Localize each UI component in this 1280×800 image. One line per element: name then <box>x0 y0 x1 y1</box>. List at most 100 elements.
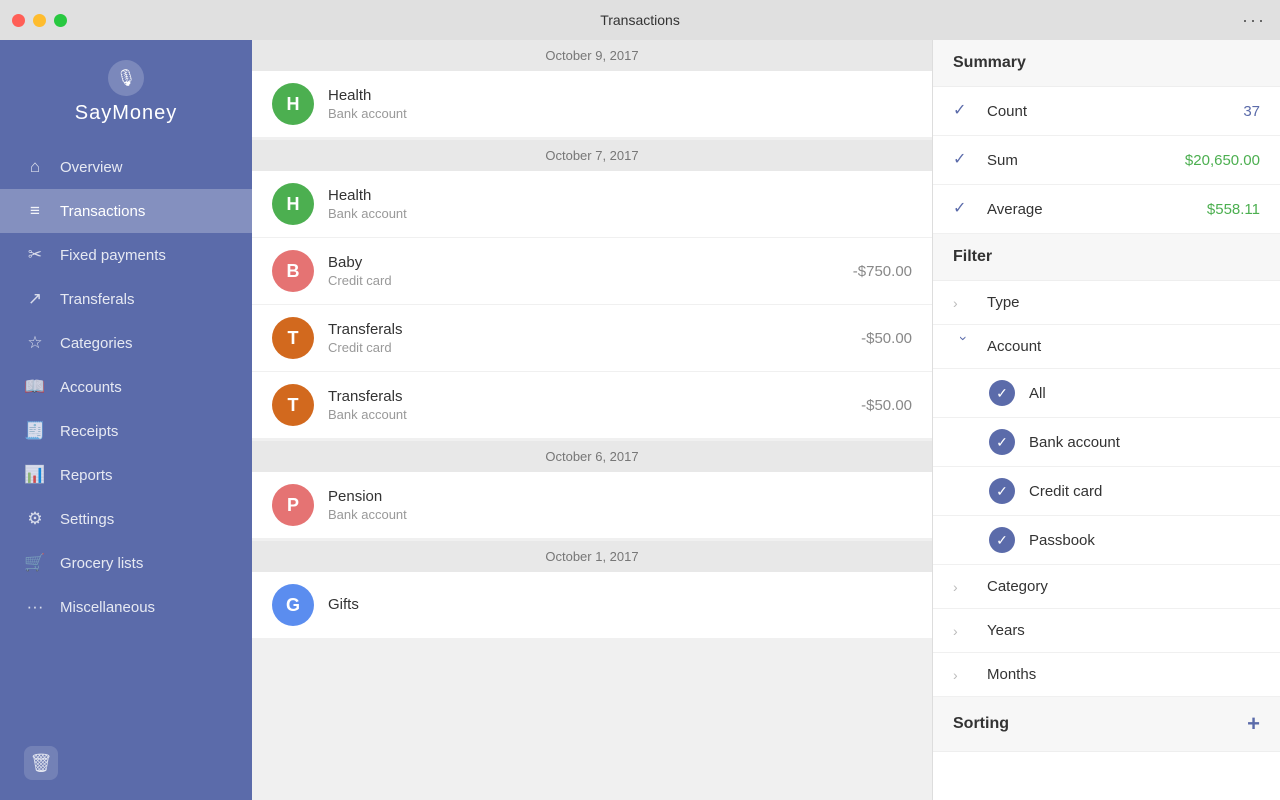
months-filter-row[interactable]: › Months <box>933 653 1280 697</box>
avatar: B <box>272 250 314 292</box>
sidebar-item-label: Reports <box>60 467 113 484</box>
receipts-icon: 🧾 <box>24 421 46 441</box>
check-circle-icon: ✓ <box>989 478 1015 504</box>
minimize-button[interactable] <box>33 14 46 27</box>
chevron-right-icon: › <box>953 579 975 595</box>
transaction-info: Transferals Bank account <box>328 388 861 422</box>
chevron-right-icon: › <box>953 295 975 311</box>
filter-passbook-item[interactable]: ✓ Passbook <box>933 516 1280 565</box>
close-button[interactable] <box>12 14 25 27</box>
sidebar-logo: 🎙 SayMoney <box>0 40 252 135</box>
table-row[interactable]: P Pension Bank account <box>252 472 932 539</box>
delete-button[interactable]: 🗑 <box>24 746 58 780</box>
type-label: Type <box>987 294 1260 311</box>
transaction-account: Bank account <box>328 106 912 121</box>
filter-credit-card-item[interactable]: ✓ Credit card <box>933 467 1280 516</box>
transferals-icon: ↗ <box>24 289 46 309</box>
categories-icon: ☆ <box>24 333 46 353</box>
sidebar-item-transferals[interactable]: ↗ Transferals <box>0 277 252 321</box>
table-row[interactable]: H Health Bank account <box>252 71 932 138</box>
misc-icon: ··· <box>24 597 46 617</box>
sidebar-item-overview[interactable]: ⌂ Overview <box>0 145 252 189</box>
transaction-name: Health <box>328 87 912 104</box>
check-icon: ✓ <box>953 198 975 220</box>
years-filter-row[interactable]: › Years <box>933 609 1280 653</box>
sidebar-item-fixed-payments[interactable]: ✂ Fixed payments <box>0 233 252 277</box>
avatar: T <box>272 317 314 359</box>
chevron-right-icon: › <box>953 623 975 639</box>
transaction-info: Pension Bank account <box>328 488 912 522</box>
transaction-name: Transferals <box>328 321 861 338</box>
window-controls[interactable] <box>12 14 67 27</box>
sidebar-item-label: Grocery lists <box>60 555 143 572</box>
date-header: October 9, 2017 <box>252 40 932 71</box>
check-circle-icon: ✓ <box>989 429 1015 455</box>
transaction-info: Baby Credit card <box>328 254 853 288</box>
logo-text: SayMoney <box>75 102 178 125</box>
transaction-amount: -$50.00 <box>861 397 912 414</box>
type-filter-row[interactable]: › Type <box>933 281 1280 325</box>
filter-all-item[interactable]: ✓ All <box>933 369 1280 418</box>
transaction-name: Health <box>328 187 912 204</box>
sidebar-bottom: 🗑 <box>0 734 252 800</box>
right-panel: Summary ✓ Count 37 ✓ Sum $20,650.00 ✓ Av… <box>932 40 1280 800</box>
sidebar-item-receipts[interactable]: 🧾 Receipts <box>0 409 252 453</box>
filter-bank-account-item[interactable]: ✓ Bank account <box>933 418 1280 467</box>
sidebar-item-label: Settings <box>60 511 114 528</box>
transaction-amount: -$50.00 <box>861 330 912 347</box>
sidebar-item-accounts[interactable]: 📖 Accounts <box>0 365 252 409</box>
years-label: Years <box>987 622 1260 639</box>
table-row[interactable]: H Health Bank account <box>252 171 932 238</box>
chevron-down-icon: › <box>956 336 972 358</box>
transaction-info: Transferals Credit card <box>328 321 861 355</box>
summary-header: Summary <box>933 40 1280 87</box>
sidebar-item-settings[interactable]: ⚙ Settings <box>0 497 252 541</box>
titlebar: Transactions ··· <box>0 0 1280 40</box>
main-content: October 9, 2017 H Health Bank account Oc… <box>252 40 932 800</box>
transaction-info: Health Bank account <box>328 187 912 221</box>
sidebar-item-label: Categories <box>60 335 133 352</box>
sorting-header: Sorting + <box>933 697 1280 752</box>
check-circle-icon: ✓ <box>989 527 1015 553</box>
avatar: H <box>272 183 314 225</box>
sidebar-item-label: Transferals <box>60 291 134 308</box>
sidebar-item-label: Overview <box>60 159 123 176</box>
sum-value: $20,650.00 <box>1185 152 1260 169</box>
sidebar-item-grocery[interactable]: 🛒 Grocery lists <box>0 541 252 585</box>
table-row[interactable]: G Gifts <box>252 572 932 639</box>
sum-row: ✓ Sum $20,650.00 <box>933 136 1280 185</box>
average-value: $558.11 <box>1207 201 1260 218</box>
transaction-name: Pension <box>328 488 912 505</box>
avatar: H <box>272 83 314 125</box>
filter-header: Filter <box>933 234 1280 281</box>
count-value: 37 <box>1243 103 1260 120</box>
overview-icon: ⌂ <box>24 157 46 177</box>
sum-label: Sum <box>987 152 1185 169</box>
sidebar-item-label: Receipts <box>60 423 118 440</box>
sidebar-item-transactions[interactable]: ≡ Transactions <box>0 189 252 233</box>
sidebar-item-label: Transactions <box>60 203 145 220</box>
category-filter-row[interactable]: › Category <box>933 565 1280 609</box>
avatar: G <box>272 584 314 626</box>
accounts-icon: 📖 <box>24 377 46 397</box>
table-row[interactable]: B Baby Credit card -$750.00 <box>252 238 932 305</box>
account-filter-row[interactable]: › Account <box>933 325 1280 369</box>
sidebar-item-misc[interactable]: ··· Miscellaneous <box>0 585 252 629</box>
sidebar-item-reports[interactable]: 📊 Reports <box>0 453 252 497</box>
add-sorting-button[interactable]: + <box>1247 711 1260 737</box>
sidebar: 🎙 SayMoney ⌂ Overview ≡ Transactions ✂ F… <box>0 40 252 800</box>
avatar: P <box>272 484 314 526</box>
sidebar-item-label: Fixed payments <box>60 247 166 264</box>
transaction-group: October 7, 2017 H Health Bank account B … <box>252 140 932 439</box>
transaction-name: Transferals <box>328 388 861 405</box>
average-row: ✓ Average $558.11 <box>933 185 1280 234</box>
date-header: October 1, 2017 <box>252 541 932 572</box>
table-row[interactable]: T Transferals Credit card -$50.00 <box>252 305 932 372</box>
grocery-icon: 🛒 <box>24 553 46 573</box>
maximize-button[interactable] <box>54 14 67 27</box>
more-options-icon[interactable]: ··· <box>1242 10 1266 31</box>
sidebar-item-categories[interactable]: ☆ Categories <box>0 321 252 365</box>
transaction-group: October 1, 2017 G Gifts <box>252 541 932 639</box>
table-row[interactable]: T Transferals Bank account -$50.00 <box>252 372 932 439</box>
months-label: Months <box>987 666 1260 683</box>
